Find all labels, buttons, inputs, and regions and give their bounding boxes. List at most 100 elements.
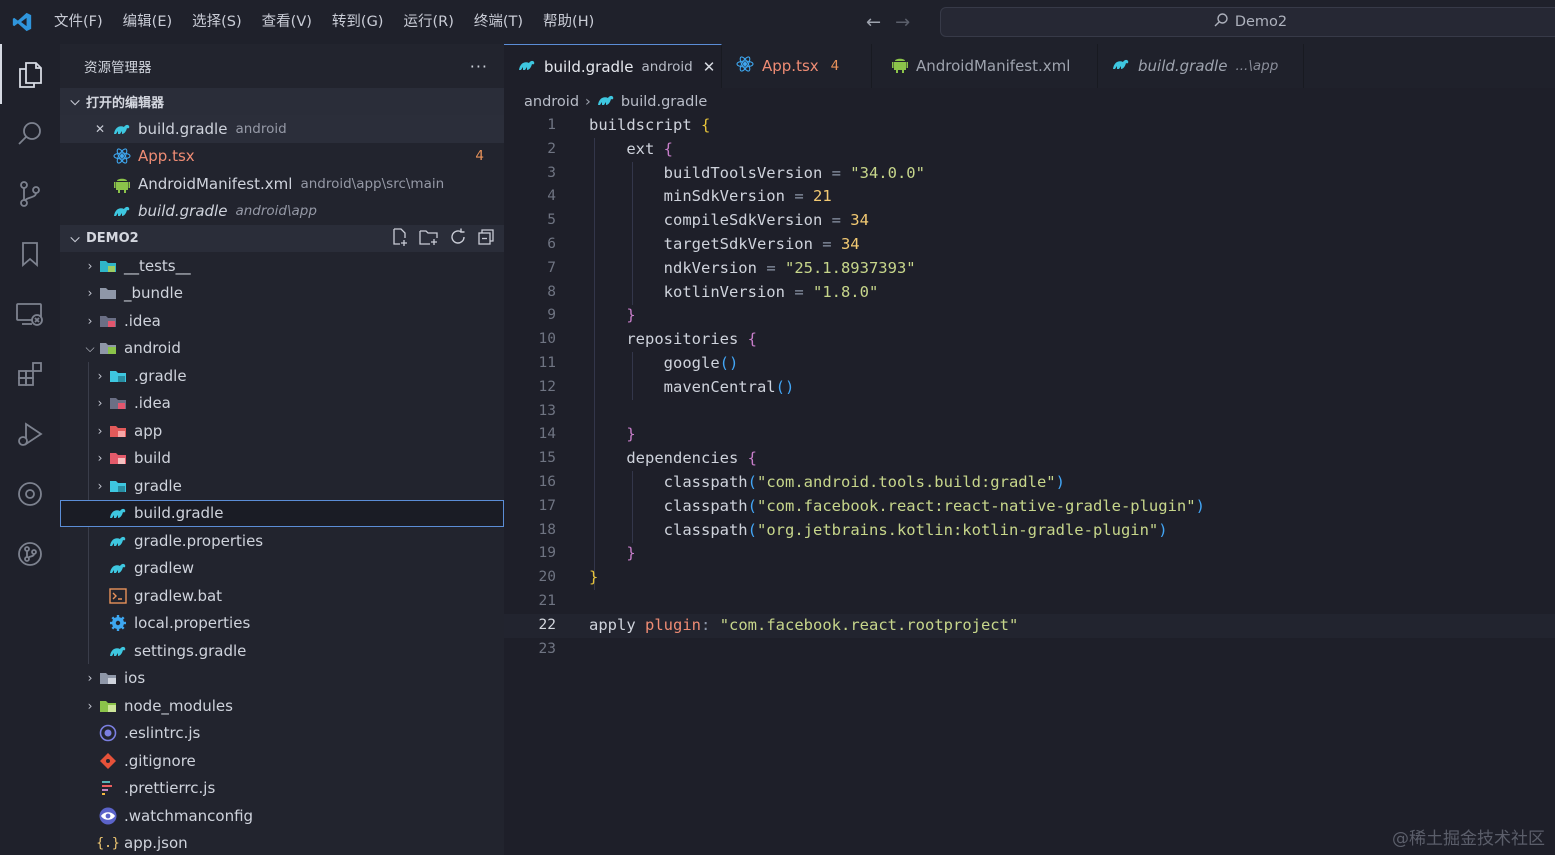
code-line[interactable]: 21 [504, 590, 1555, 614]
tree-item[interactable]: gradle.properties [60, 527, 504, 555]
tree-item[interactable]: gradlew [60, 555, 504, 583]
json-icon: {.} [96, 835, 120, 851]
code-line[interactable]: 1 buildscript { [504, 114, 1555, 138]
code-line[interactable]: 15 dependencies { [504, 447, 1555, 471]
code-line[interactable]: 19 } [504, 542, 1555, 566]
collapse-all-icon[interactable] [476, 227, 496, 251]
tree-item[interactable]: › .gradle [60, 362, 504, 390]
menu-run[interactable]: 运行(R) [393, 0, 463, 44]
tree-item[interactable]: › .idea [60, 307, 504, 335]
more-actions-icon[interactable]: ··· [470, 57, 488, 76]
tree-item[interactable]: .prettierrc.js [60, 775, 504, 803]
bookmark-icon[interactable] [0, 224, 60, 284]
breadcrumb-folder[interactable]: android [524, 94, 579, 110]
close-icon[interactable]: ✕ [92, 122, 108, 136]
eslint-icon [98, 723, 118, 743]
code-line[interactable]: 16 classpath("com.android.tools.build:gr… [504, 471, 1555, 495]
open-editor-item[interactable]: App.tsx 4 [60, 143, 504, 171]
tree-item[interactable]: build.gradle [60, 499, 504, 527]
tree-item[interactable]: › __tests__ [60, 252, 504, 280]
back-arrow-icon[interactable]: ← [866, 12, 881, 33]
menu-help[interactable]: 帮助(H) [533, 0, 604, 44]
code-line[interactable]: 11 google() [504, 352, 1555, 376]
open-editor-item[interactable]: AndroidManifest.xml android\app\src\main [60, 170, 504, 198]
explorer-icon[interactable] [0, 44, 60, 104]
chevron-right-icon: › [97, 423, 103, 438]
git-graph-icon[interactable] [0, 524, 60, 584]
menu-go[interactable]: 转到(G) [322, 0, 394, 44]
command-center[interactable]: Demo2 [940, 7, 1555, 37]
code-token: classpath [663, 496, 748, 515]
code-line[interactable]: 7 ndkVersion = "25.1.8937393" [504, 257, 1555, 281]
new-folder-icon[interactable] [418, 227, 440, 251]
menu-terminal[interactable]: 终端(T) [464, 0, 533, 44]
tab-android-manifest[interactable]: AndroidManifest.xml [872, 44, 1098, 88]
code-line[interactable]: 22 apply plugin: "com.facebook.react.root… [504, 613, 1555, 638]
code-token: minSdkVersion [663, 187, 785, 206]
code-line[interactable]: 2 ext { [504, 138, 1555, 162]
tree-item[interactable]: › node_modules [60, 692, 504, 720]
line-number: 10 [538, 331, 556, 348]
timeline-icon[interactable] [0, 464, 60, 524]
tree-item[interactable]: › .idea [60, 390, 504, 418]
code-line[interactable]: 5 compileSdkVersion = 34 [504, 209, 1555, 233]
refresh-icon[interactable] [448, 227, 468, 251]
code-line[interactable]: 9 } [504, 304, 1555, 328]
code-line[interactable]: 17 classpath("com.facebook.react:react-n… [504, 495, 1555, 519]
source-control-icon[interactable] [0, 164, 60, 224]
code-line[interactable]: 20} [504, 566, 1555, 590]
code-line[interactable]: 4 minSdkVersion = 21 [504, 185, 1555, 209]
run-debug-icon[interactable] [0, 404, 60, 464]
tree-item[interactable]: › build [60, 445, 504, 473]
search-icon[interactable] [0, 104, 60, 164]
code-text: google() [663, 354, 739, 372]
menu-view[interactable]: 查看(V) [252, 0, 322, 44]
close-icon[interactable]: ✕ [703, 58, 716, 76]
tree-item[interactable]: {.} app.json [60, 830, 504, 855]
tree-item[interactable]: gradlew.bat [60, 582, 504, 610]
code-line[interactable]: 13 [504, 400, 1555, 424]
problem-count-badge: 4 [475, 148, 484, 165]
menu-file[interactable]: 文件(F) [44, 0, 113, 44]
code-line[interactable]: 10 repositories { [504, 328, 1555, 352]
menu-edit[interactable]: 编辑(E) [113, 0, 182, 44]
tree-item[interactable]: › ios [60, 665, 504, 693]
tree-item[interactable]: local.properties [60, 610, 504, 638]
project-header[interactable]: ⌵ DEMO2 [60, 225, 504, 252]
tree-item[interactable]: › app [60, 417, 504, 445]
code-line[interactable]: 6 targetSdkVersion = 34 [504, 233, 1555, 257]
new-file-icon[interactable] [390, 227, 410, 251]
breadcrumb-file[interactable]: build.gradle [621, 94, 707, 110]
tab-app-tsx[interactable]: App.tsx 4 [722, 44, 872, 88]
tab-build-gradle[interactable]: build.gradle android ✕ [504, 44, 722, 88]
tree-item[interactable]: › gradle [60, 472, 504, 500]
tree-item-label: gradlew.bat [134, 586, 223, 605]
tab-desc: android [641, 58, 693, 75]
menu-selection[interactable]: 选择(S) [182, 0, 252, 44]
code-line[interactable]: 8 kotlinVersion = "1.8.0" [504, 281, 1555, 305]
code-line[interactable]: 14 } [504, 423, 1555, 447]
tree-item-label: android [124, 339, 181, 358]
code-text: ext { [626, 139, 674, 158]
code-line[interactable]: 23 [504, 638, 1555, 662]
code-line[interactable]: 12 mavenCentral() [504, 376, 1555, 400]
code-text: mavenCentral() [663, 377, 795, 396]
code-editor[interactable]: 1 buildscript {2 ext {3 buildToolsVersion… [504, 114, 1555, 855]
tab-build-gradle-app[interactable]: build.gradle ...\app [1098, 44, 1304, 88]
code-line[interactable]: 3 buildToolsVersion = "34.0.0" [504, 162, 1555, 186]
forward-arrow-icon[interactable]: → [895, 12, 910, 33]
code-line[interactable]: 18 classpath("org.jetbrains.kotlin:kotli… [504, 519, 1555, 543]
tree-item[interactable]: ⌵ android [60, 335, 504, 363]
open-editor-item[interactable]: ✕ build.gradle android [60, 115, 504, 143]
gradle-icon [112, 119, 132, 139]
tree-item[interactable]: › _bundle [60, 280, 504, 308]
remote-explorer-icon[interactable] [0, 284, 60, 344]
code-token: "org.jetbrains.kotlin:kotlin-gradle-plug… [757, 520, 1159, 539]
tree-item[interactable]: settings.gradle [60, 637, 504, 665]
tree-item[interactable]: .watchmanconfig [60, 802, 504, 830]
tree-item[interactable]: .eslintrc.js [60, 720, 504, 748]
open-editor-item[interactable]: build.gradle android\app [60, 198, 504, 226]
extensions-icon[interactable] [0, 344, 60, 404]
tree-item[interactable]: .gitignore [60, 747, 504, 775]
open-editors-header[interactable]: ⌵ 打开的编辑器 [60, 88, 504, 115]
